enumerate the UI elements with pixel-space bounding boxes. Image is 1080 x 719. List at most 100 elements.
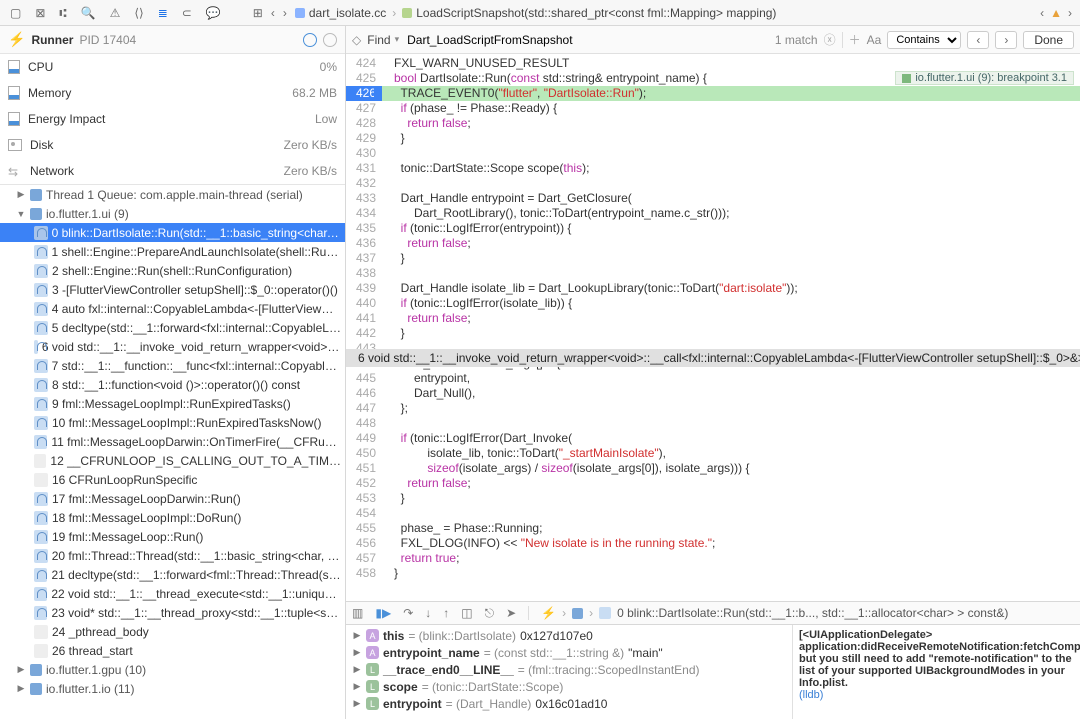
metric-network[interactable]: ⇆NetworkZero KB/s <box>0 158 345 184</box>
debug-nav-icon[interactable]: ≣ <box>158 6 168 20</box>
variable-row[interactable]: ▶L scope = (tonic::DartState::Scope) <box>352 678 786 695</box>
runner-bolt-icon: ⚡ <box>8 31 25 48</box>
user-frame-icon <box>34 606 47 620</box>
toggle-breakpoints-icon[interactable]: ▥ <box>352 606 363 620</box>
case-toggle[interactable]: Aa <box>867 33 882 47</box>
prev-issue-icon[interactable]: ‹ <box>1040 6 1044 20</box>
location-icon[interactable]: ➤ <box>506 606 516 620</box>
stack-frame[interactable]: 8 std::__1::function<void ()>::operator(… <box>0 375 345 394</box>
stack-frame[interactable]: 0 blink::DartIsolate::Run(std::__1::basi… <box>0 223 345 242</box>
back-button[interactable]: ‹ <box>271 6 275 20</box>
stack-frame[interactable]: 4 auto fxl::internal::CopyableLambda<-[F… <box>0 299 345 318</box>
stack-frame[interactable]: 21 decltype(std::__1::forward<fml::Threa… <box>0 565 345 584</box>
x-square-icon[interactable]: ⊠ <box>35 6 45 20</box>
stack-frame[interactable]: 16 CFRunLoopRunSpecific <box>0 470 345 489</box>
stack-frame[interactable]: 19 fml::MessageLoop::Run() <box>0 527 345 546</box>
brackets-icon[interactable]: ⟨⟩ <box>134 6 143 20</box>
step-out-button[interactable]: ↑ <box>443 606 449 620</box>
metric-energy[interactable]: Energy ImpactLow <box>0 106 345 132</box>
hierarchy-icon[interactable]: ⑆ <box>59 6 66 20</box>
thread-row[interactable]: ▶io.flutter.1.gpu (10) <box>0 660 345 679</box>
stack-frame[interactable]: 11 fml::MessageLoopDarwin::OnTimerFire(_… <box>0 432 345 451</box>
variable-row[interactable]: ▶A entrypoint_name = (const std::__1::st… <box>352 644 786 661</box>
process-header: ⚡ Runner PID 17404 <box>0 26 345 54</box>
metrics-panel: CPU0% Memory68.2 MB Energy ImpactLow Dis… <box>0 54 345 185</box>
stack-frame[interactable]: 22 void std::__1::__thread_execute<std::… <box>0 584 345 603</box>
gauge-icon <box>8 60 20 74</box>
find-mode-select[interactable]: Contains <box>887 31 961 49</box>
code-editor[interactable]: 4244254264274284294304314324334344354364… <box>346 54 1080 601</box>
stack-frame[interactable]: 18 fml::MessageLoopImpl::DoRun() <box>0 508 345 527</box>
find-done-button[interactable]: Done <box>1023 31 1074 49</box>
lib-frame-icon <box>34 473 48 487</box>
disk-icon <box>8 139 22 151</box>
lib-frame-icon <box>34 454 46 468</box>
stack-frame[interactable]: 12 __CFRUNLOOP_IS_CALLING_OUT_TO_A_TIMER… <box>0 451 345 470</box>
find-input[interactable] <box>405 31 769 49</box>
user-frame-icon <box>34 245 48 259</box>
stack-frame[interactable]: 5 decltype(std::__1::forward<fxl::intern… <box>0 318 345 337</box>
forward-button[interactable]: › <box>283 6 287 20</box>
stack-frame[interactable]: 10 fml::MessageLoopImpl::RunExpiredTasks… <box>0 413 345 432</box>
variable-row[interactable]: ▶L entrypoint = (Dart_Handle) 0x16c01ad1… <box>352 695 786 712</box>
view-hierarchy-icon[interactable]: ◫ <box>461 606 472 620</box>
folder-icon[interactable]: ▢ <box>10 6 21 20</box>
step-over-button[interactable]: ↷ <box>403 606 413 620</box>
add-find-icon[interactable]: ＋ <box>849 31 861 48</box>
user-frame-icon <box>34 283 48 297</box>
user-frame-icon <box>34 264 48 278</box>
next-issue-icon[interactable]: › <box>1068 6 1072 20</box>
thread-row[interactable]: ▶Thread 1 Queue: com.apple.main-thread (… <box>0 185 345 204</box>
stack-frame[interactable]: 3 -[FlutterViewController setupShell]::$… <box>0 280 345 299</box>
stack-frame[interactable]: 23 void* std::__1::__thread_proxy<std::_… <box>0 603 345 622</box>
stack-frame[interactable]: 7 std::__1::__function::__func<fxl::inte… <box>0 356 345 375</box>
stack-frame[interactable]: 2 shell::Engine::Run(shell::RunConfigura… <box>0 261 345 280</box>
tag-icon[interactable]: ⊂ <box>182 6 192 20</box>
breakpoint-badge[interactable]: io.flutter.1.ui (9): breakpoint 3.1 <box>895 71 1074 85</box>
stack-frame[interactable]: 24 _pthread_body <box>0 622 345 641</box>
options-icon[interactable] <box>323 33 337 47</box>
thread-row[interactable]: ▼io.flutter.1.ui (9) <box>0 204 345 223</box>
find-label[interactable]: Find ▾ <box>367 33 399 47</box>
stack-frame[interactable]: 20 fml::Thread::Thread(std::__1::basic_s… <box>0 546 345 565</box>
metric-cpu[interactable]: CPU0% <box>0 54 345 80</box>
find-next-button[interactable]: › <box>995 31 1017 49</box>
step-into-button[interactable]: ↓ <box>425 606 431 620</box>
stack-frame[interactable]: 9 fml::MessageLoopImpl::RunExpiredTasks(… <box>0 394 345 413</box>
issue-warning-icon[interactable]: ▲ <box>1050 6 1062 20</box>
find-scope-icon[interactable]: ◇ <box>352 33 361 47</box>
console-panel[interactable]: [<UIApplicationDelegate> application:did… <box>792 625 1080 719</box>
thread-icon <box>30 208 42 220</box>
thread-row[interactable]: ▶io.flutter.1.io (11) <box>0 679 345 698</box>
variables-panel[interactable]: ▶A this = (blink::DartIsolate) 0x127d107… <box>346 625 792 719</box>
variable-row[interactable]: ▶L __trace_end0__LINE__ = (fml::tracing:… <box>352 661 786 678</box>
network-icon: ⇆ <box>8 165 22 177</box>
stack-frame[interactable]: 17 fml::MessageLoopDarwin::Run() <box>0 489 345 508</box>
runner-title: Runner <box>31 33 73 47</box>
variable-row[interactable]: ▶A this = (blink::DartIsolate) 0x127d107… <box>352 627 786 644</box>
find-prev-button[interactable]: ‹ <box>967 31 989 49</box>
code-body[interactable]: FXL_WARN_UNUSED_RESULTbool DartIsolate::… <box>382 54 1080 601</box>
continue-button[interactable]: ▮▶ <box>375 606 391 620</box>
warning-icon[interactable]: ⚠ <box>110 6 121 20</box>
lldb-prompt[interactable]: (lldb) <box>799 689 1074 701</box>
related-items-icon[interactable]: ⊞ <box>253 6 263 20</box>
breadcrumb[interactable]: dart_isolate.cc › LoadScriptSnapshot(std… <box>295 6 777 20</box>
record-icon[interactable] <box>303 33 317 47</box>
thread-icon <box>30 683 42 695</box>
user-frame-icon <box>34 416 48 430</box>
metric-memory[interactable]: Memory68.2 MB <box>0 80 345 106</box>
memory-graph-icon[interactable]: ⎋ <box>485 606 495 621</box>
user-frame-icon <box>34 359 48 373</box>
stack-frame[interactable]: 1 shell::Engine::PrepareAndLaunchIsolate… <box>0 242 345 261</box>
debug-breadcrumb[interactable]: ⚡› › 0 blink::DartIsolate::Run(std::__1:… <box>541 606 1008 620</box>
search-icon[interactable]: 🔍 <box>81 6 96 20</box>
breakpoint-icon <box>902 74 911 83</box>
stack-callout[interactable]: 6 void std::__1::__invoke_void_return_wr… <box>346 349 1080 367</box>
clear-icon[interactable]: ⓧ <box>824 31 836 48</box>
metric-disk[interactable]: DiskZero KB/s <box>0 132 345 158</box>
stack-frame[interactable]: 6 void std::__1::__invoke_void_return_wr… <box>0 337 345 356</box>
find-bar: ◇ Find ▾ 1 match ⓧ ＋ Aa Contains ‹ › Don… <box>346 26 1080 54</box>
stack-frame[interactable]: 26 thread_start <box>0 641 345 660</box>
comment-icon[interactable]: 💬 <box>206 6 221 20</box>
